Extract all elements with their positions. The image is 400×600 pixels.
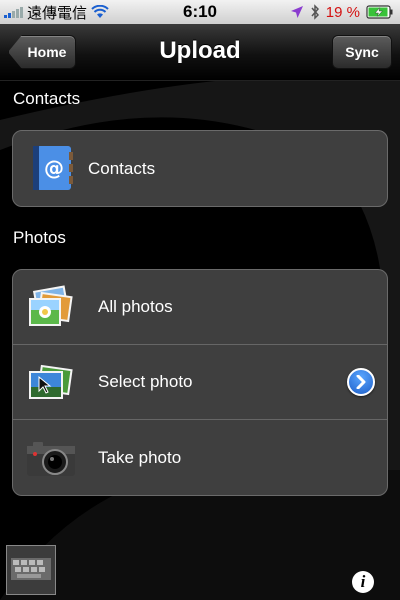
row-label-contacts: Contacts	[88, 158, 156, 178]
bluetooth-icon	[311, 4, 319, 20]
chevron-right-circle-icon[interactable]	[347, 368, 375, 396]
row-label-select-photo: Select photo	[98, 372, 193, 391]
row-select-photo[interactable]: Select photo	[13, 345, 387, 420]
address-book-icon: @	[33, 146, 73, 190]
camera-icon	[27, 442, 75, 476]
photos-group: All photos Select photo Take photo	[12, 269, 388, 496]
select-photo-icon	[29, 364, 73, 399]
navigation-bar: Home Upload Sync	[0, 24, 400, 81]
info-button[interactable]: i	[352, 571, 374, 593]
row-label-all-photos: All photos	[98, 297, 173, 316]
row-label-take-photo: Take photo	[98, 447, 182, 467]
photo-stack-icon	[29, 285, 73, 326]
sync-button[interactable]: Sync	[332, 35, 392, 69]
battery-percent: 19 %	[325, 3, 360, 21]
section-header-contacts: Contacts	[13, 89, 81, 108]
svg-text:@: @	[44, 156, 64, 180]
photo-thumbnail-icon[interactable]	[6, 545, 56, 595]
row-all-photos[interactable]: All photos	[13, 270, 387, 345]
section-header-photos: Photos	[13, 228, 66, 247]
battery-charging-icon	[366, 5, 393, 19]
location-arrow-icon	[290, 6, 303, 18]
status-bar: 遠傳電信 6:10 19 %	[0, 0, 400, 24]
row-take-photo[interactable]: Take photo	[13, 420, 387, 495]
row-contacts[interactable]: @ Contacts	[13, 131, 387, 206]
contacts-group: @ Contacts	[12, 130, 388, 207]
